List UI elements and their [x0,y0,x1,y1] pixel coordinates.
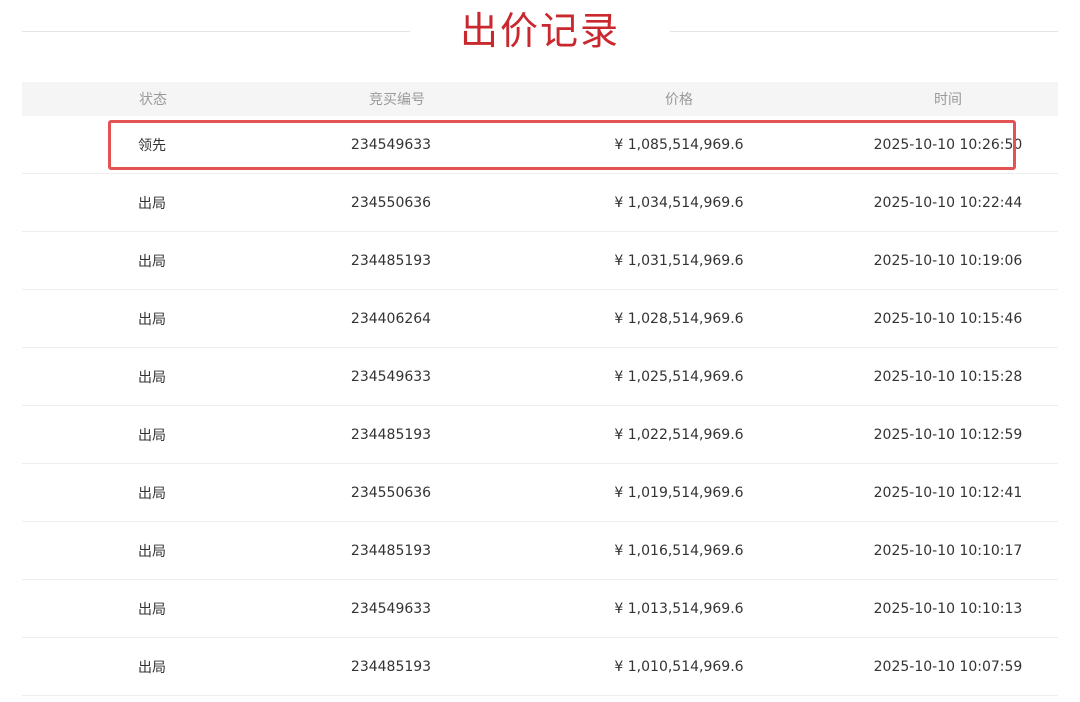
row-bid-id: 234485193 [350,542,432,559]
table-row: 出局 234549633 ¥ 1,013,514,969.6 2025-10-1… [22,580,1058,638]
row-status: 出局 [138,485,166,502]
header-time: 时间 [934,92,962,108]
row-time: 2025-10-10 10:26:50 [873,136,1023,153]
bid-record-page: 出价记录 状态 竞买编号 价格 时间 领先 234549633 ¥ 1,085,… [0,0,1080,702]
table-row: 出局 234550636 ¥ 1,019,514,969.6 2025-10-1… [22,464,1058,522]
title-bar: 出价记录 [0,0,1080,66]
table-row: 出局 234485193 ¥ 1,016,514,969.6 2025-10-1… [22,522,1058,580]
table-header: 状态 竞买编号 价格 时间 [22,82,1058,116]
row-price: ¥ 1,025,514,969.6 [614,368,744,385]
row-status: 出局 [138,253,166,270]
row-status: 出局 [138,195,166,212]
table-row: 领先 234549633 ¥ 1,085,514,969.6 2025-10-1… [22,116,1058,174]
row-time: 2025-10-10 10:12:41 [873,484,1023,501]
row-price: ¥ 1,085,514,969.6 [614,136,744,153]
row-bid-id: 234550636 [350,484,432,501]
row-time: 2025-10-10 10:15:46 [873,310,1023,327]
row-time: 2025-10-10 10:22:44 [873,194,1023,211]
row-price: ¥ 1,016,514,969.6 [614,542,744,559]
row-status: 出局 [138,427,166,444]
row-time: 2025-10-10 10:10:17 [873,542,1023,559]
row-bid-id: 234549633 [350,136,432,153]
row-time: 2025-10-10 10:19:06 [873,252,1023,269]
header-price: 价格 [665,92,693,108]
row-status: 出局 [138,659,166,676]
row-time: 2025-10-10 10:10:13 [873,600,1023,617]
row-bid-id: 234549633 [350,600,432,617]
row-time: 2025-10-10 10:12:59 [873,426,1023,443]
table-row: 出局 234485193 ¥ 1,010,514,969.6 2025-10-1… [22,638,1058,696]
row-price: ¥ 1,031,514,969.6 [614,252,744,269]
row-price: ¥ 1,028,514,969.6 [614,310,744,327]
row-bid-id: 234485193 [350,658,432,675]
table-row: 出局 234406264 ¥ 1,028,514,969.6 2025-10-1… [22,290,1058,348]
row-price: ¥ 1,019,514,969.6 [614,484,744,501]
table-row: 出局 234550636 ¥ 1,034,514,969.6 2025-10-1… [22,174,1058,232]
row-status: 出局 [138,601,166,618]
row-price: ¥ 1,034,514,969.6 [614,194,744,211]
title-divider-right [670,31,1058,32]
row-time: 2025-10-10 10:07:59 [873,658,1023,675]
row-bid-id: 234549633 [350,368,432,385]
row-price: ¥ 1,010,514,969.6 [614,658,744,675]
row-price: ¥ 1,013,514,969.6 [614,600,744,617]
header-bid-id: 竞买编号 [369,92,425,108]
row-bid-id: 234550636 [350,194,432,211]
row-status: 出局 [138,311,166,328]
table-row: 出局 234549633 ¥ 1,025,514,969.6 2025-10-1… [22,348,1058,406]
row-status: 出局 [138,369,166,386]
table-row: 出局 234485193 ¥ 1,022,514,969.6 2025-10-1… [22,406,1058,464]
row-bid-id: 234406264 [350,310,432,327]
bid-record-table: 状态 竞买编号 价格 时间 领先 234549633 ¥ 1,085,514,9… [22,82,1058,696]
row-bid-id: 234485193 [350,426,432,443]
row-time: 2025-10-10 10:15:28 [873,368,1023,385]
row-status: 出局 [138,543,166,560]
header-status: 状态 [139,92,167,108]
row-status: 领先 [138,137,166,154]
table-row: 出局 234485193 ¥ 1,031,514,969.6 2025-10-1… [22,232,1058,290]
row-price: ¥ 1,022,514,969.6 [614,426,744,443]
row-bid-id: 234485193 [350,252,432,269]
